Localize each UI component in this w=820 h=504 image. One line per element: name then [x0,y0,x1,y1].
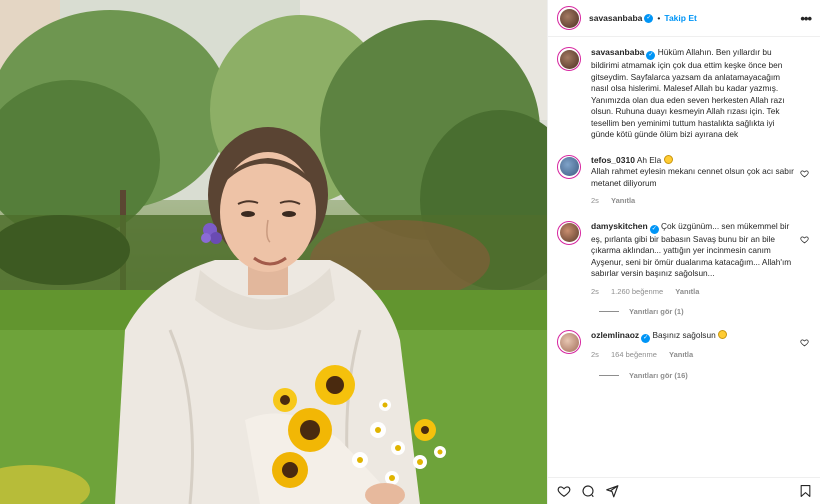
author-avatar[interactable] [557,6,581,30]
verified-icon: ✓ [641,334,651,343]
comment-item: damyskitchen ✓ Çok üzgünüm... sen mükemme… [557,220,811,298]
author-username[interactable]: savasanbaba [589,13,642,23]
view-replies-button[interactable]: Yanıtları gör (16) [599,371,811,380]
view-replies-label: Yanıtları gör (16) [629,370,688,380]
comment-time: 2s [591,286,599,296]
more-icon[interactable]: ••• [800,11,812,26]
heart-icon[interactable] [800,338,809,347]
reply-button[interactable]: Yanıtla [675,287,699,296]
comment-likes[interactable]: 1.260 beğenme [611,287,663,296]
replies-divider [599,374,619,376]
photo-illustration [0,0,547,504]
heart-icon[interactable] [800,169,809,178]
verified-icon: ✓ [644,13,654,23]
comment-likes[interactable]: 164 beğenme [611,350,657,359]
comment-meta: 2s 1.260 beğenme Yanıtla [591,286,796,298]
heart-icon[interactable] [800,235,809,244]
post-side-panel: savasanbaba ✓ • Takip Et ••• savasanbaba… [547,0,820,504]
verified-icon: ✓ [649,224,659,234]
caption-text: Hüküm Allahın. Ben yıllardır bu bildirim… [591,47,785,139]
save-icon[interactable] [799,484,812,498]
view-replies-label: Yanıtları gör (1) [629,307,684,316]
comment-text: Allah rahmet eylesin mekanı cennet olsun… [591,166,794,188]
comment-time: 2s [591,196,599,205]
post-actions-bar [548,477,820,504]
commenter-avatar[interactable] [557,154,581,179]
comment-item: tefos_0310 Ah Ela Allah rahmet eylesin m… [557,154,811,207]
author-avatar[interactable] [557,47,581,71]
comment-lead: Ah Ela [636,154,662,165]
commenter-avatar[interactable] [557,220,581,245]
commenter-avatar[interactable] [557,330,581,354]
comment-time: 2s [591,350,599,359]
post-header: savasanbaba ✓ • Takip Et ••• [548,0,820,37]
comment-icon[interactable] [581,484,595,498]
heart-icon[interactable] [557,484,571,498]
comments-list: savasanbaba ✓ Hüküm Allahın. Ben yıllardı… [548,37,820,380]
comment-username[interactable]: damyskitchen [591,221,648,231]
reply-button[interactable]: Yanıtla [669,350,693,359]
caption-username[interactable]: savasanbaba [591,47,644,57]
comment-item: ozlemlinaoz ✓ Başınız sağolsun 2s 164 beğ… [557,330,811,361]
caption: savasanbaba ✓ Hüküm Allahın. Ben yıllardı… [557,47,811,141]
comment-meta: 2s 164 beğenme Yanıtla [591,349,796,361]
post-photo[interactable] [0,0,547,504]
view-replies-button[interactable]: Yanıtları gör (1) [599,307,811,316]
follow-button[interactable]: Takip Et [664,13,696,23]
reply-button[interactable]: Yanıtla [611,196,635,205]
comment-text: Başınız sağolsun [652,330,716,340]
smile-emoji-icon [718,330,727,339]
verified-icon: ✓ [646,51,656,60]
separator-dot: • [657,13,661,23]
share-icon[interactable] [605,484,619,498]
comment-meta: 2s Yanıtla [591,195,796,207]
smile-emoji-icon [663,154,673,164]
replies-divider [599,311,619,312]
comment-username[interactable]: ozlemlinaoz [591,330,639,340]
comment-username[interactable]: tefos_0310 [591,155,635,165]
